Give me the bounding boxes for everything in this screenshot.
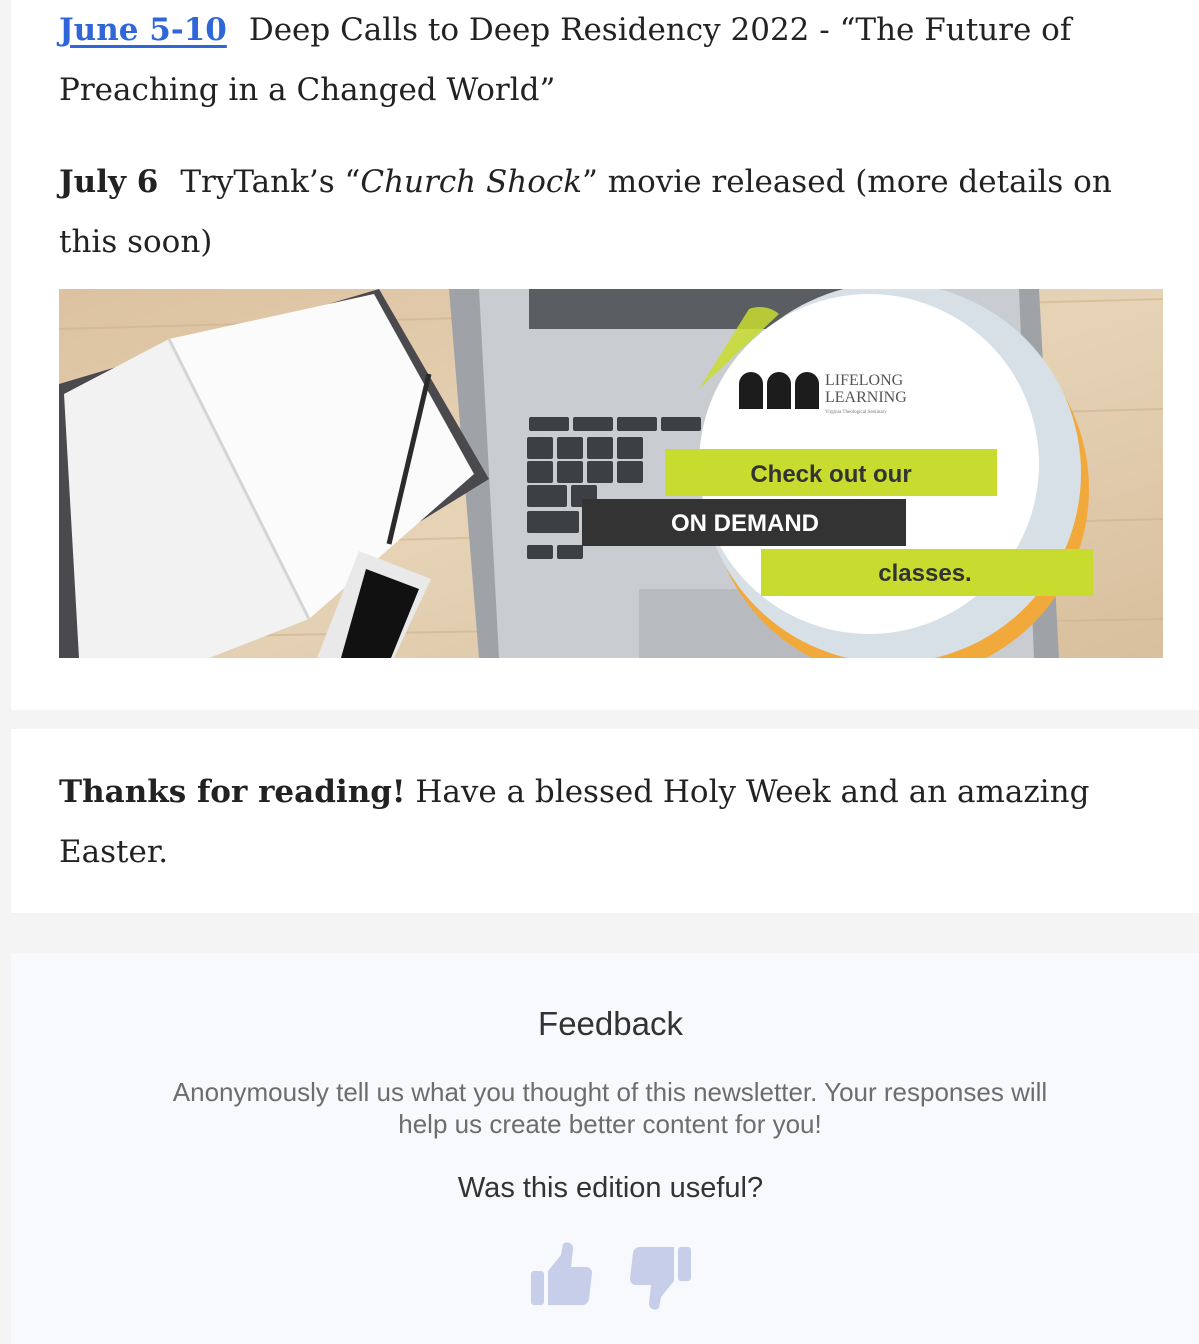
thanks-bold: Thanks for reading!: [59, 774, 406, 810]
thumbs-up-button[interactable]: [529, 1241, 593, 1311]
promo-line2: ON DEMAND: [671, 510, 819, 537]
thanks-paragraph: Thanks for reading! Have a blessed Holy …: [59, 762, 1159, 882]
movie-title: Church Shock: [360, 164, 583, 200]
event-date-link[interactable]: June 5-10: [59, 12, 227, 48]
event-description-pre: TryTank’s “: [180, 164, 361, 200]
feedback-title: Feedback: [538, 1005, 683, 1042]
thumbs-down-button[interactable]: [629, 1241, 693, 1311]
logo-line1: LIFELONG: [825, 372, 904, 389]
feedback-question: Was this edition useful?: [457, 1172, 764, 1204]
event-july: July 6 TryTank’s “Church Shock” movie rel…: [59, 152, 1159, 272]
thumbs-down-icon: [629, 1246, 691, 1310]
logo-line2: LEARNING: [825, 389, 907, 406]
event-date: July 6: [59, 164, 159, 200]
lifelong-learning-logo-icon: [739, 372, 819, 409]
thanks-card: Thanks for reading! Have a blessed Holy …: [11, 729, 1199, 913]
promo-line3: classes.: [878, 560, 971, 587]
feedback-vote-buttons: [11, 1241, 1199, 1311]
promo-banner-image[interactable]: LIFELONG LEARNING Virginia Theological S…: [59, 289, 1163, 658]
events-card: June 5-10 Deep Calls to Deep Residency 20…: [11, 0, 1199, 710]
thumbs-up-icon: [530, 1242, 592, 1306]
event-june: June 5-10 Deep Calls to Deep Residency 20…: [59, 0, 1159, 120]
feedback-section: Feedback Anonymously tell us what you th…: [11, 953, 1199, 1344]
feedback-description: Anonymously tell us what you thought of …: [172, 1077, 1048, 1139]
promo-line1: Check out our: [750, 461, 911, 488]
logo-tagline: Virginia Theological Seminary: [825, 410, 887, 415]
